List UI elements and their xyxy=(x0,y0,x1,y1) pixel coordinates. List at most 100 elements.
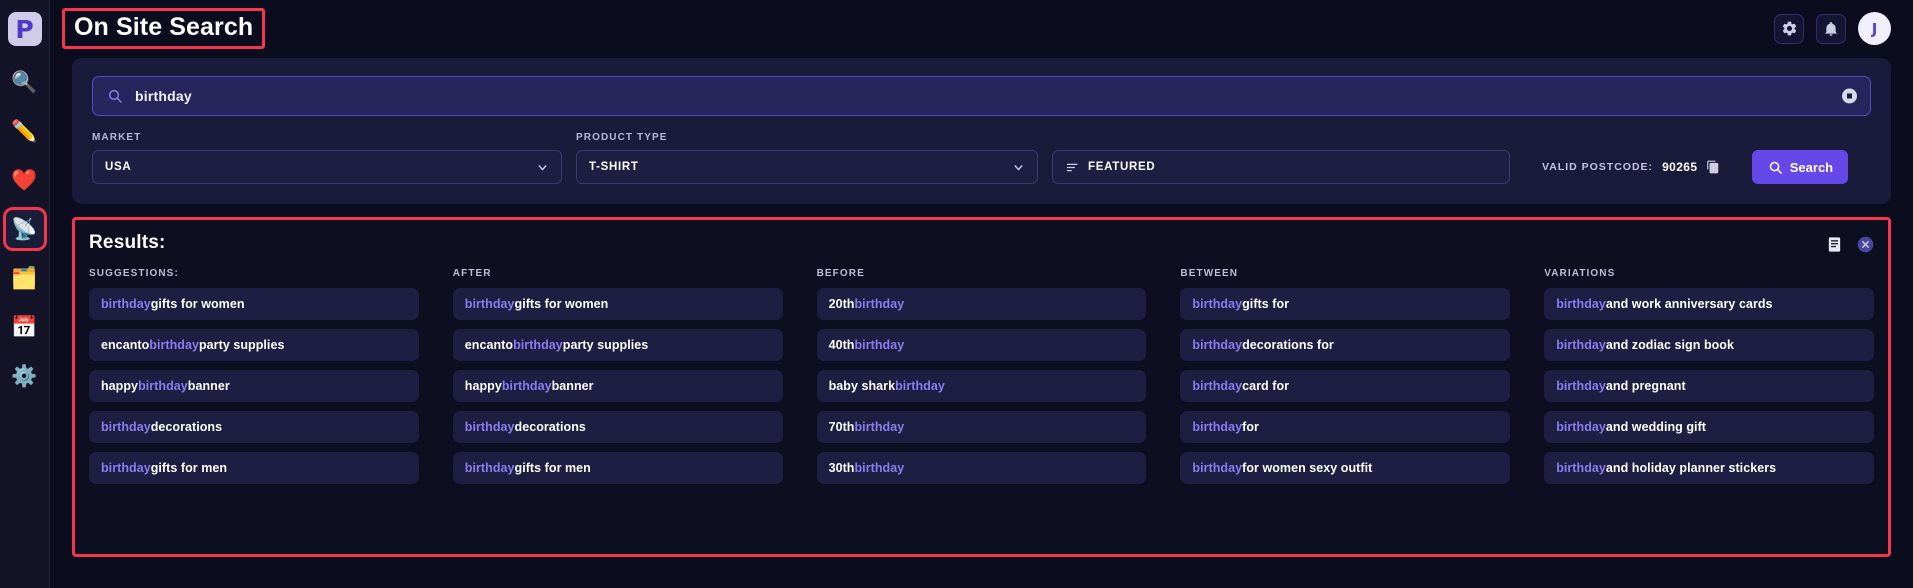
highlight-term: birthday xyxy=(1192,420,1243,434)
sidebar-item-files[interactable]: 🗂️ xyxy=(5,258,45,298)
suggestion-chip[interactable]: 30th birthday xyxy=(816,452,1147,484)
suggestion-chip[interactable]: 70th birthday xyxy=(816,411,1147,443)
market-select[interactable]: USA xyxy=(92,150,562,184)
highlight-term: birthday xyxy=(138,379,188,393)
suggestion-chip[interactable]: birthday gifts for xyxy=(1180,288,1511,320)
highlight-term: birthday xyxy=(1192,338,1243,352)
sidebar-item-on-site-search[interactable]: 📡 xyxy=(2,207,47,251)
highlight-term: birthday xyxy=(1556,379,1606,393)
suggestion-chip[interactable]: 20th birthday xyxy=(816,288,1147,320)
chip-text: happy xyxy=(464,379,502,393)
notifications-button[interactable] xyxy=(1816,13,1846,44)
chip-text: and work anniversary cards xyxy=(1605,297,1773,311)
results-column: AFTER birthday gifts for women encanto bir… xyxy=(452,268,783,493)
highlight-term: birthday xyxy=(101,297,151,311)
top-bar: On Site Search J xyxy=(50,0,1913,57)
search-icon xyxy=(107,88,123,104)
suggestion-chip[interactable]: birthday gifts for men xyxy=(452,452,783,484)
settings-icon: ⚙️ xyxy=(11,363,38,388)
sidebar-item-search[interactable]: 🔍 xyxy=(5,62,45,102)
copy-icon[interactable] xyxy=(1706,160,1720,174)
suggestion-chip[interactable]: birthday card for xyxy=(1180,370,1511,402)
chip-text: decorations xyxy=(514,420,586,434)
sidebar: P 🔍 ✏️ ❤️ 📡 🗂️ 📅 ⚙️ xyxy=(0,0,50,588)
search-input[interactable]: birthday xyxy=(92,76,1871,116)
suggestion-chip[interactable]: happy birthday banner xyxy=(89,370,419,402)
page-title: On Site Search xyxy=(62,8,266,49)
highlight-term: birthday xyxy=(895,379,945,393)
calendar-icon: 📅 xyxy=(11,314,38,339)
suggestion-chip[interactable]: birthday gifts for men xyxy=(89,452,419,484)
suggestion-chip[interactable]: encanto birthday party supplies xyxy=(89,329,419,361)
suggestion-chip[interactable]: birthday and pregnant xyxy=(1544,370,1874,402)
product-type-select[interactable]: T-SHIRT xyxy=(576,150,1038,184)
product-type-filter: PRODUCT TYPE T-SHIRT xyxy=(576,132,1038,184)
files-icon: 🗂️ xyxy=(11,265,38,290)
results-header-actions xyxy=(1826,232,1874,253)
chip-text: baby shark xyxy=(828,379,896,393)
sort-icon xyxy=(1065,160,1080,175)
gear-icon xyxy=(1781,20,1798,37)
chip-text: 40th xyxy=(828,338,855,352)
sidebar-item-edit[interactable]: ✏️ xyxy=(5,111,45,151)
suggestion-chip[interactable]: birthday and work anniversary cards xyxy=(1544,288,1874,320)
highlight-term: birthday xyxy=(501,379,552,393)
suggestion-chip[interactable]: baby shark birthday xyxy=(816,370,1147,402)
suggestion-chip[interactable]: birthday decorations for xyxy=(1180,329,1511,361)
chip-text: happy xyxy=(101,379,139,393)
suggestion-chip[interactable]: birthday and wedding gift xyxy=(1544,411,1874,443)
search-button-label: Search xyxy=(1789,159,1834,175)
clear-search-button[interactable] xyxy=(1842,88,1857,104)
chip-text: banner xyxy=(187,379,230,393)
bell-icon xyxy=(1823,21,1839,37)
suggestion-chip[interactable]: birthday and holiday planner stickers xyxy=(1544,452,1874,484)
product-type-label: PRODUCT TYPE xyxy=(576,132,668,143)
avatar[interactable]: J xyxy=(1858,12,1891,45)
highlight-term: birthday xyxy=(1556,297,1606,311)
close-circle-icon[interactable] xyxy=(1857,236,1874,253)
suggestion-chip[interactable]: happy birthday banner xyxy=(452,370,783,402)
suggestion-chip[interactable]: birthday decorations xyxy=(452,411,783,443)
chip-text: party supplies xyxy=(562,338,649,352)
results-column-header: AFTER xyxy=(452,268,492,279)
app-logo[interactable]: P xyxy=(7,12,42,46)
sidebar-item-calendar[interactable]: 📅 xyxy=(5,307,45,347)
chip-text: and pregnant xyxy=(1605,379,1686,393)
chip-text: gifts for men xyxy=(514,461,591,475)
highlight-term: birthday xyxy=(1556,338,1606,352)
highlight-term: birthday xyxy=(513,338,563,352)
highlight-term: birthday xyxy=(854,338,905,352)
highlight-term: birthday xyxy=(101,461,151,475)
chevron-down-icon xyxy=(536,161,549,174)
market-filter: MARKET USA xyxy=(92,132,562,184)
search-button[interactable]: Search xyxy=(1752,150,1849,184)
main-content: On Site Search J birthday MARKET USA PRO… xyxy=(50,0,1913,588)
chip-text: 20th xyxy=(828,297,855,311)
sidebar-item-favorites[interactable]: ❤️ xyxy=(5,160,45,200)
suggestion-chip[interactable]: birthday for women sexy outfit xyxy=(1180,452,1511,484)
settings-button[interactable] xyxy=(1774,13,1804,44)
highlight-term: birthday xyxy=(854,461,905,475)
list-view-icon[interactable] xyxy=(1826,236,1843,253)
suggestion-chip[interactable]: birthday decorations xyxy=(89,411,419,443)
results-column-header: BEFORE xyxy=(816,268,865,279)
suggestion-chip[interactable]: birthday gifts for women xyxy=(452,288,783,320)
results-column-header: SUGGESTIONS: xyxy=(89,268,179,279)
chip-text: banner xyxy=(551,379,594,393)
product-type-value: T-SHIRT xyxy=(589,161,639,173)
suggestion-chip[interactable]: 40th birthday xyxy=(816,329,1147,361)
chip-text: and wedding gift xyxy=(1605,420,1706,434)
favorites-icon: ❤️ xyxy=(11,167,38,192)
results-column-header: VARIATIONS xyxy=(1544,268,1616,279)
postcode-info: VALID POSTCODE: 90265 xyxy=(1542,150,1720,184)
chip-text: for xyxy=(1242,420,1259,434)
suggestion-chip[interactable]: birthday for xyxy=(1180,411,1511,443)
suggestion-chip[interactable]: birthday and zodiac sign book xyxy=(1544,329,1874,361)
sort-select[interactable]: FEATURED xyxy=(1052,150,1510,184)
suggestion-chip[interactable]: encanto birthday party supplies xyxy=(452,329,783,361)
suggestion-chip[interactable]: birthday gifts for women xyxy=(89,288,419,320)
search-panel: birthday MARKET USA PRODUCT TYPE T-SHIRT… xyxy=(72,58,1891,204)
results-column: SUGGESTIONS: birthday gifts for women enca… xyxy=(89,268,419,493)
sidebar-item-settings[interactable]: ⚙️ xyxy=(5,356,45,396)
highlight-term: birthday xyxy=(1556,461,1606,475)
